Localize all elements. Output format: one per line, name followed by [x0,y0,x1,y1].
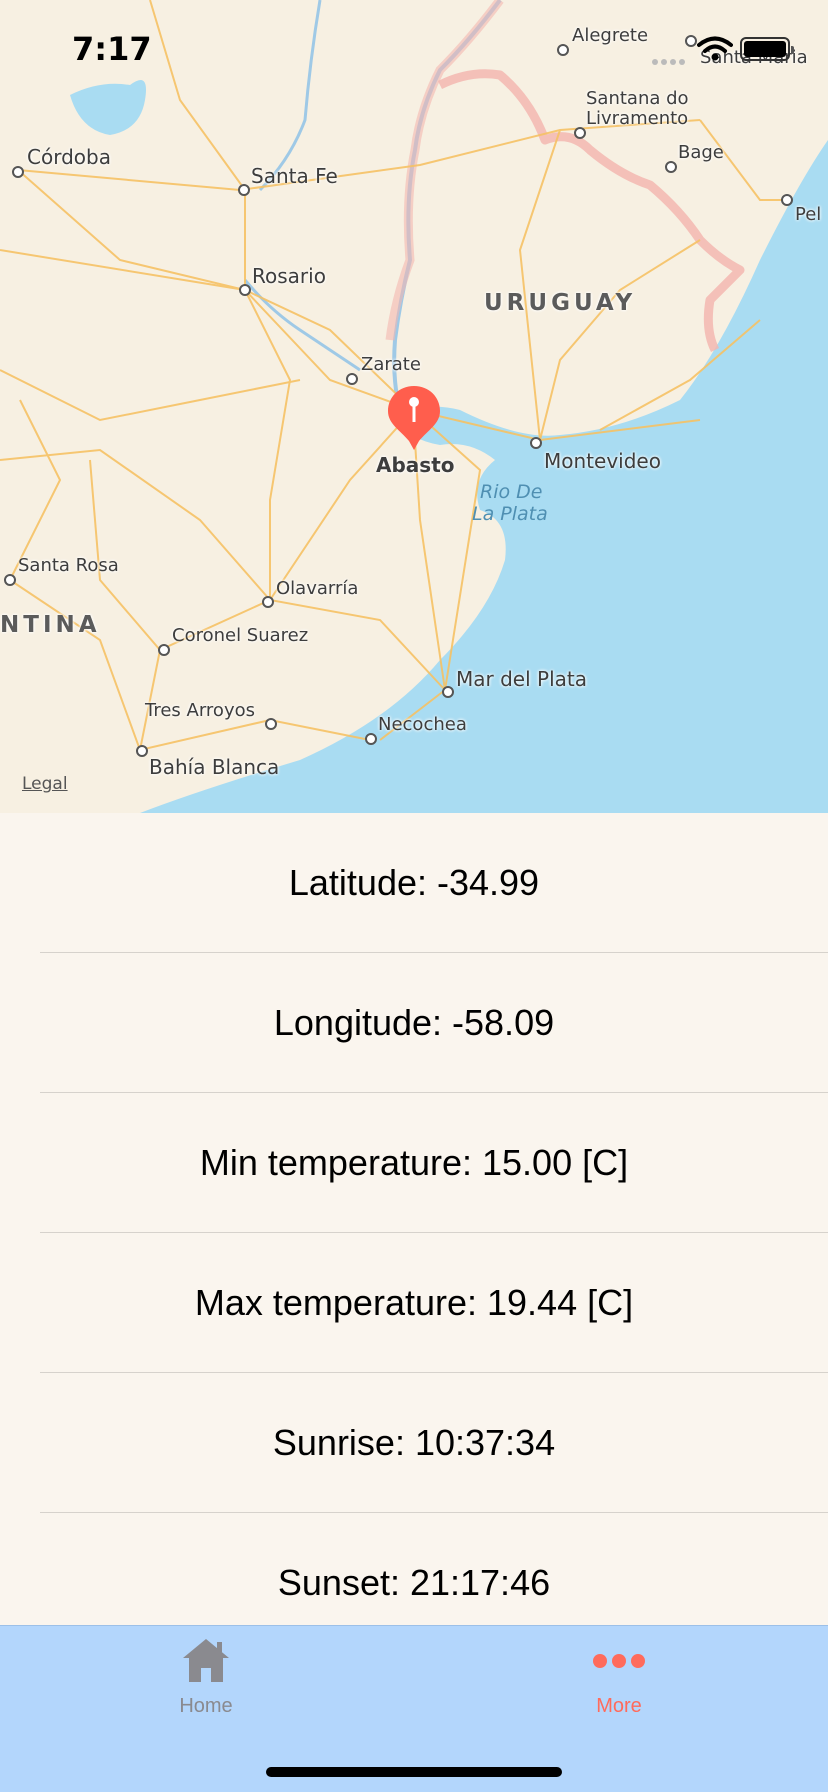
cellular-signal-icon [652,52,692,65]
city-dot-necochea [365,733,377,745]
wifi-icon [697,36,733,61]
map-label-pel: Pel [795,204,822,225]
list-item-longitude[interactable]: Longitude: -58.09 [0,953,828,1093]
map-label-coronel-suarez: Coronel Suarez [172,625,309,646]
house-icon [183,1639,229,1682]
city-dot-santa-fe [238,184,250,196]
map-label-santa-rosa: Santa Rosa [18,555,119,576]
map-label-rio-1: Rio De [480,481,543,503]
map-label-rio-2: La Plata [472,503,548,525]
min-temperature-text: Min temperature: 15.00 [C] [199,1142,629,1183]
max-temperature-text: Max temperature: 19.44 [C] [194,1282,634,1323]
sunset-text: Sunset: 21:17:46 [277,1562,551,1603]
status-bar: 7:17 [0,0,828,100]
city-dot-olavarria [262,596,274,608]
map-label-olavarria: Olavarría [276,578,359,599]
map-label-zarate: Zarate [361,354,421,375]
location-pin-icon[interactable] [385,384,443,454]
map-label-montevideo: Montevideo [544,449,661,473]
latitude-text: Latitude: -34.99 [288,862,540,903]
map-label-argentina: NTINA [0,612,101,638]
list-item-sunrise[interactable]: Sunrise: 10:37:34 [0,1373,828,1513]
map-label-necochea: Necochea [378,714,467,735]
map-label-tres-arroyos: Tres Arroyos [145,700,255,721]
map-view[interactable]: Córdoba Santa Fe Rosario Zarate URUGUAY … [0,0,828,813]
map-label-uruguay: URUGUAY [484,290,637,316]
sunrise-text: Sunrise: 10:37:34 [272,1422,556,1463]
map-pin-label: Abasto [376,453,455,477]
list-item-min-temperature[interactable]: Min temperature: 15.00 [C] [0,1093,828,1233]
map-label-santana-2: Livramento [586,108,689,129]
home-indicator[interactable] [266,1767,562,1777]
map-label-cordoba: Córdoba [27,145,111,169]
battery-icon [740,37,794,61]
list-item-latitude[interactable]: Latitude: -34.99 [0,813,828,953]
map-label-bage: Bage [678,142,724,163]
city-dot-tres-arroyos [265,718,277,730]
city-dot-cordoba [12,166,24,178]
tab-more[interactable]: More [519,1636,719,1718]
city-dot-bahia-blanca [136,745,148,757]
map-label-mar-del-plata: Mar del Plata [456,667,587,691]
city-dot-montevideo [530,437,542,449]
tab-home[interactable]: Home [106,1636,306,1718]
list-item-sunset[interactable]: Sunset: 21:17:46 [0,1513,828,1625]
legal-link[interactable]: Legal [22,774,68,794]
map-label-bahia-blanca: Bahía Blanca [149,755,280,779]
list-item-max-temperature[interactable]: Max temperature: 19.44 [C] [0,1233,828,1373]
status-time: 7:17 [72,30,152,68]
city-dot-santana [574,127,586,139]
map-label-rosario: Rosario [252,264,326,288]
tab-more-label: More [596,1695,642,1717]
ellipsis-icon [593,1654,645,1668]
city-dot-zarate [346,373,358,385]
city-dot-mar-del-plata [442,686,454,698]
city-dot-santa-rosa [4,574,16,586]
weather-info-list[interactable]: Latitude: -34.99 Longitude: -58.09 Min t… [0,813,828,1625]
map-label-santa-fe: Santa Fe [251,164,338,188]
city-dot-pel [781,194,793,206]
longitude-text: Longitude: -58.09 [273,1002,555,1043]
city-dot-coronel-suarez [158,644,170,656]
tab-home-label: Home [179,1695,233,1717]
city-dot-bage [665,161,677,173]
city-dot-rosario [239,284,251,296]
